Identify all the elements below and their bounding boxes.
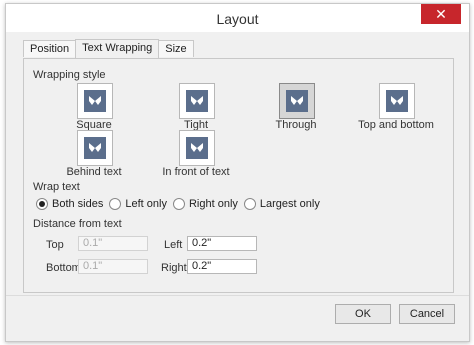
- cancel-button[interactable]: Cancel: [399, 304, 455, 324]
- radio-label: Right only: [188, 198, 238, 210]
- top-label: Top: [46, 239, 64, 251]
- radio-button[interactable]: [172, 198, 185, 210]
- radio-both-sides[interactable]: Both sides: [36, 198, 103, 210]
- wrap-through-button[interactable]: [279, 83, 315, 119]
- wrap-behind-text-label: Behind text: [66, 166, 122, 178]
- butterfly-icon: [84, 137, 106, 159]
- wrap-behind-text-button[interactable]: [77, 130, 113, 166]
- tab-panel: Wrapping style Square Tight Through Top …: [23, 58, 454, 293]
- butterfly-icon: [84, 90, 106, 112]
- wrap-in-front-label: In front of text: [162, 166, 230, 178]
- wrap-top-bottom-label: Top and bottom: [358, 119, 434, 131]
- right-label: Right: [161, 262, 187, 274]
- wrapping-style-label: Wrapping style: [33, 69, 106, 81]
- right-distance-field[interactable]: 0.2": [187, 259, 257, 274]
- tab-strip: Position Text Wrapping Size: [23, 39, 194, 58]
- butterfly-icon: [186, 137, 208, 159]
- wrap-in-front-button[interactable]: [179, 130, 215, 166]
- bottom-label: Bottom: [46, 262, 81, 274]
- butterfly-icon: [386, 90, 408, 112]
- radio-label: Both sides: [52, 198, 104, 210]
- left-distance-field[interactable]: 0.2": [187, 236, 257, 251]
- radio-label: Left only: [125, 198, 167, 210]
- tab-text-wrapping[interactable]: Text Wrapping: [75, 39, 160, 58]
- butterfly-icon: [286, 90, 308, 112]
- tab-size[interactable]: Size: [158, 40, 194, 57]
- title-bar: Layout ✕: [6, 4, 469, 32]
- layout-dialog: Layout ✕ Position Text Wrapping Size Wra…: [5, 3, 470, 342]
- wrap-tight-button[interactable]: [179, 83, 215, 119]
- distance-label: Distance from text: [33, 218, 122, 230]
- radio-button[interactable]: [36, 198, 48, 210]
- wrap-text-label: Wrap text: [33, 181, 80, 193]
- radio-button[interactable]: [109, 198, 122, 210]
- radio-left-only[interactable]: Left only: [109, 198, 167, 210]
- bottom-distance-field[interactable]: 0.1": [78, 259, 148, 274]
- wrap-through-label: Through: [275, 119, 317, 131]
- close-button[interactable]: ✕: [421, 4, 461, 24]
- wrap-square-button[interactable]: [77, 83, 113, 119]
- footer-divider: [6, 295, 469, 296]
- butterfly-icon: [186, 90, 208, 112]
- wrap-text-radio-group: Both sides Left only Right only Largest …: [36, 198, 326, 210]
- left-label: Left: [164, 239, 183, 251]
- tab-position[interactable]: Position: [23, 40, 77, 57]
- radio-button[interactable]: [243, 198, 256, 210]
- radio-right-only[interactable]: Right only: [172, 198, 238, 210]
- top-distance-field[interactable]: 0.1": [78, 236, 148, 251]
- radio-label: Largest only: [259, 198, 320, 210]
- ok-button[interactable]: OK: [335, 304, 391, 324]
- close-icon: ✕: [435, 5, 447, 22]
- radio-largest-only[interactable]: Largest only: [243, 198, 320, 210]
- wrap-top-bottom-button[interactable]: [379, 83, 415, 119]
- dialog-title: Layout: [216, 11, 259, 27]
